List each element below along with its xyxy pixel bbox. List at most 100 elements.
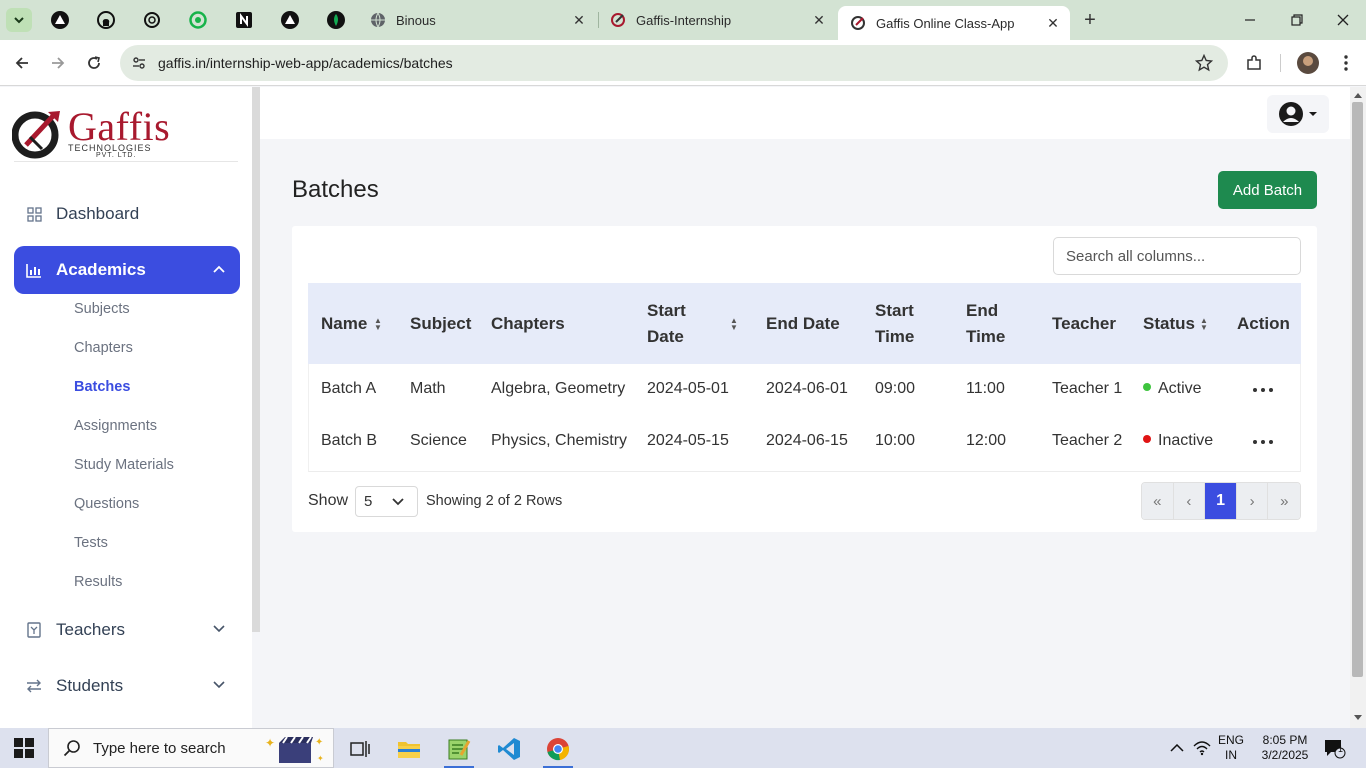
- notepad-plus-plus-icon[interactable]: [440, 732, 478, 768]
- user-menu-button[interactable]: [1267, 95, 1329, 133]
- pagination: « ‹ 1 › »: [1141, 482, 1301, 520]
- cell-subject: Science: [410, 432, 467, 449]
- last-page-button[interactable]: »: [1268, 483, 1300, 519]
- sort-icon[interactable]: ▲ ▼: [1199, 316, 1209, 332]
- tab-title: Binous: [396, 12, 436, 28]
- scrollbar-thumb[interactable]: [1352, 102, 1363, 677]
- logo-name: Gaffis: [68, 104, 171, 149]
- bookmark-star-icon[interactable]: [1194, 53, 1214, 73]
- pinned-tab-github[interactable]: [95, 9, 117, 31]
- sidebar-subitem-subjects[interactable]: Subjects: [74, 301, 130, 317]
- gaffis-logo[interactable]: Gaffis TECHNOLOGIES PVT. LTD.: [12, 104, 172, 159]
- prev-page-button[interactable]: ‹: [1173, 483, 1206, 519]
- scroll-down-arrow-icon[interactable]: [1353, 714, 1363, 722]
- tab-search-button[interactable]: [6, 8, 32, 32]
- chevron-down-icon: [391, 495, 405, 509]
- logo-subtitle-2: PVT. LTD.: [96, 152, 137, 159]
- page-1-button[interactable]: 1: [1205, 483, 1237, 519]
- gaffis-logo-mark-icon: [12, 111, 60, 159]
- extensions-puzzle-icon[interactable]: [1242, 51, 1266, 75]
- scroll-up-arrow-icon[interactable]: [1353, 91, 1363, 99]
- next-page-button[interactable]: ›: [1236, 483, 1269, 519]
- region-code: IN: [1225, 748, 1237, 762]
- address-bar[interactable]: gaffis.in/internship-web-app/academics/b…: [120, 45, 1228, 81]
- language-indicator[interactable]: ENG IN: [1218, 733, 1244, 763]
- caret-down-icon: [1309, 112, 1317, 116]
- tab-binous[interactable]: Binous ✕: [358, 0, 596, 40]
- vscode-icon[interactable]: [490, 732, 528, 766]
- pinned-tab-1[interactable]: [49, 9, 71, 31]
- site-settings-icon[interactable]: [130, 54, 148, 72]
- pinned-tab-openai[interactable]: [141, 9, 163, 31]
- user-circle-icon: [1279, 102, 1303, 126]
- column-header-status[interactable]: Status: [1143, 283, 1195, 364]
- notification-center-icon[interactable]: 1: [1322, 738, 1348, 760]
- column-label: Start Time: [875, 300, 915, 346]
- show-hidden-icons-chevron-icon[interactable]: [1169, 740, 1185, 756]
- close-window-icon[interactable]: [1329, 8, 1357, 32]
- chrome-icon[interactable]: [539, 732, 577, 768]
- swap-arrows-icon: [26, 678, 42, 694]
- close-tab-icon[interactable]: ✕: [572, 13, 586, 27]
- pinned-tab-4[interactable]: [279, 9, 301, 31]
- sidebar-item-students[interactable]: Students: [14, 662, 240, 710]
- mongodb-leaf-icon: [327, 11, 345, 29]
- sidebar-subitem-chapters[interactable]: Chapters: [74, 340, 133, 356]
- sidebar-item-dashboard[interactable]: Dashboard: [14, 190, 240, 238]
- sidebar-subitem-assignments[interactable]: Assignments: [74, 418, 157, 434]
- column-label: Subject: [410, 313, 472, 333]
- sidebar-subitem-tests[interactable]: Tests: [74, 535, 108, 551]
- restore-window-icon[interactable]: [1283, 8, 1311, 32]
- close-tab-icon[interactable]: ✕: [812, 13, 826, 27]
- new-tab-plus-icon[interactable]: +: [1080, 10, 1100, 30]
- back-arrow-icon[interactable]: [10, 51, 34, 75]
- forward-arrow-icon[interactable]: [46, 51, 70, 75]
- windows-start-icon[interactable]: [14, 738, 34, 758]
- sort-icon[interactable]: ▲ ▼: [373, 316, 383, 332]
- row-actions-menu-icon[interactable]: [1253, 384, 1273, 396]
- pinned-tab-notion[interactable]: [233, 9, 255, 31]
- tab-gaffis-internship[interactable]: Gaffis-Internship ✕: [598, 0, 836, 40]
- page-scrollbar[interactable]: [1350, 87, 1366, 728]
- svg-text:✦: ✦: [317, 754, 324, 763]
- column-label: Status: [1143, 313, 1195, 333]
- task-view-icon[interactable]: [341, 732, 379, 766]
- sort-icon[interactable]: ▲ ▼: [729, 316, 739, 332]
- search-input[interactable]: [1053, 237, 1301, 275]
- close-tab-icon[interactable]: ✕: [1046, 16, 1060, 30]
- clock[interactable]: 8:05 PM 3/2/2025: [1254, 733, 1316, 763]
- minimize-window-icon[interactable]: [1236, 8, 1264, 32]
- first-page-button[interactable]: «: [1142, 483, 1174, 519]
- browser-menu-icon[interactable]: [1334, 51, 1358, 75]
- cell-start-time: 10:00: [875, 432, 916, 449]
- tab-gaffis-online-class[interactable]: Gaffis Online Class-App ✕: [838, 6, 1070, 40]
- file-explorer-icon[interactable]: [390, 732, 428, 766]
- cell-status: Inactive: [1143, 432, 1213, 450]
- network-icon[interactable]: [1193, 739, 1211, 757]
- pinned-tab-mongodb[interactable]: [325, 9, 347, 31]
- column-header-start-date[interactable]: Start Date: [647, 283, 707, 364]
- reload-icon[interactable]: [82, 51, 106, 75]
- profile-avatar[interactable]: [1297, 52, 1319, 74]
- gaffis-favicon: [850, 15, 866, 31]
- cell-end-date: 2024-06-01: [766, 380, 848, 397]
- sidebar-subitem-study-materials[interactable]: Study Materials: [74, 457, 174, 473]
- pinned-tab-green[interactable]: [187, 9, 209, 31]
- chevron-down-icon: [212, 622, 226, 636]
- page-size-select[interactable]: 5: [355, 486, 418, 517]
- add-batch-button[interactable]: Add Batch: [1218, 171, 1317, 209]
- page-title: Batches: [292, 176, 379, 203]
- column-header-name[interactable]: Name: [321, 283, 367, 364]
- globe-icon: [370, 12, 386, 28]
- sidebar-scrollbar[interactable]: [252, 87, 260, 632]
- sidebar-subitem-results[interactable]: Results: [74, 574, 122, 590]
- sidebar-item-academics[interactable]: Academics: [14, 246, 240, 294]
- column-label: Action: [1237, 313, 1290, 333]
- sidebar-subitem-batches[interactable]: Batches: [74, 379, 130, 395]
- taskbar-search-box[interactable]: Type here to search ✦ ✦ ✦: [48, 728, 334, 768]
- sidebar-subitem-questions[interactable]: Questions: [74, 496, 139, 512]
- sidebar-item-teachers[interactable]: Teachers: [14, 606, 240, 654]
- tab-title: Gaffis Online Class-App: [876, 15, 1015, 31]
- row-actions-menu-icon[interactable]: [1253, 436, 1273, 448]
- sidebar-item-label: Academics: [56, 260, 146, 279]
